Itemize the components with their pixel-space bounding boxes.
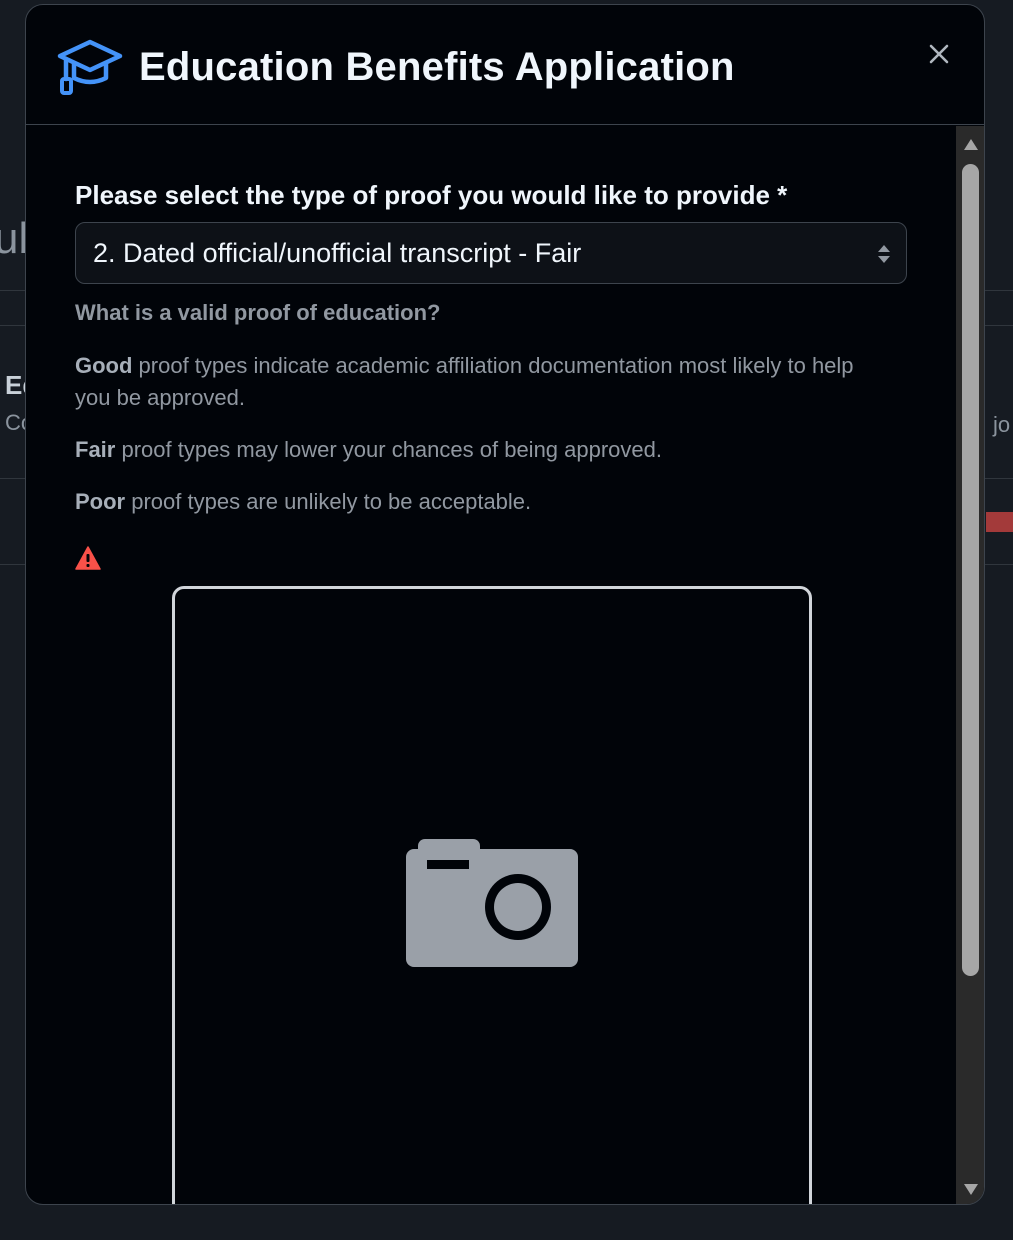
help-fair-text: Fair proof types may lower your chances … bbox=[75, 434, 895, 466]
proof-type-select[interactable]: 2. Dated official/unofficial transcript … bbox=[75, 222, 907, 284]
scroll-down-arrow-icon[interactable] bbox=[962, 1182, 980, 1198]
background-right-fragment: jo bbox=[993, 412, 1011, 437]
vertical-scrollbar[interactable] bbox=[956, 126, 984, 1204]
camera-icon bbox=[406, 839, 578, 967]
proof-type-label: Please select the type of proof you woul… bbox=[75, 180, 788, 210]
warning-icon bbox=[75, 546, 101, 570]
help-heading: What is a valid proof of education? bbox=[75, 300, 441, 325]
poor-description: proof types are unlikely to be acceptabl… bbox=[125, 489, 532, 514]
good-term: Good bbox=[75, 353, 133, 378]
select-arrows-icon bbox=[878, 245, 890, 263]
modal-title: Education Benefits Application bbox=[139, 45, 735, 89]
help-good-text: Good proof types indicate academic affil… bbox=[75, 350, 895, 414]
poor-term: Poor bbox=[75, 489, 126, 514]
close-button[interactable] bbox=[924, 39, 954, 69]
help-poor-text: Poor proof types are unlikely to be acce… bbox=[75, 486, 895, 518]
graduation-cap-icon bbox=[57, 39, 123, 95]
fair-term: Fair bbox=[75, 437, 116, 462]
good-description: proof types indicate academic affiliatio… bbox=[75, 353, 854, 410]
modal-body: Please select the type of proof you woul… bbox=[26, 126, 956, 1204]
education-benefits-modal: Education Benefits Application Please se… bbox=[25, 4, 985, 1205]
scroll-up-arrow-icon[interactable] bbox=[962, 136, 980, 152]
fair-description: proof types may lower your chances of be… bbox=[115, 437, 662, 462]
proof-type-selected-value: 2. Dated official/unofficial transcript … bbox=[93, 238, 582, 268]
scrollbar-thumb[interactable] bbox=[962, 164, 979, 976]
background-danger-button bbox=[986, 512, 1013, 532]
photo-upload-area[interactable] bbox=[172, 586, 812, 1204]
modal-header: Education Benefits Application bbox=[26, 5, 984, 125]
